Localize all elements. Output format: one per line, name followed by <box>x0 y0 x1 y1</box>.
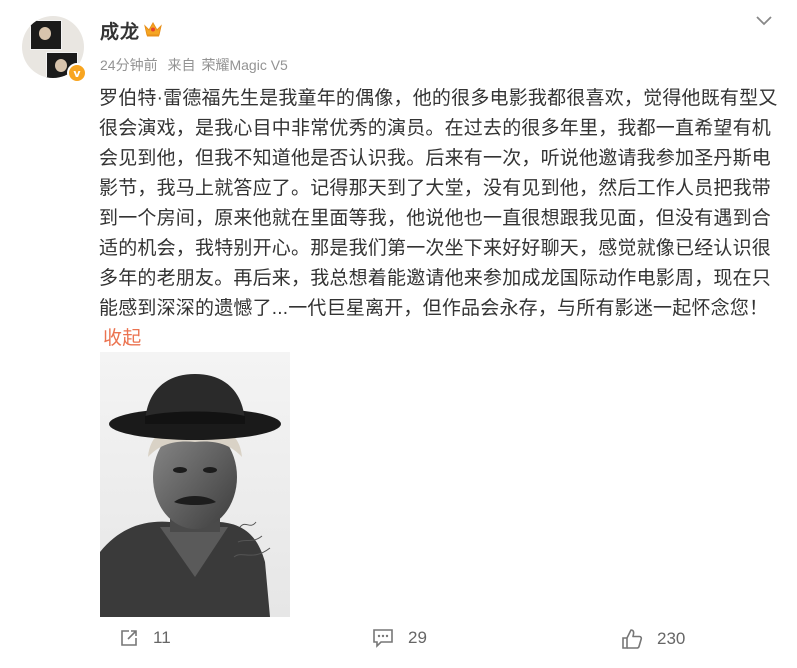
portrait-illustration <box>100 352 290 617</box>
thumbs-up-icon <box>622 629 643 649</box>
avatar-face <box>55 59 67 72</box>
avatar-face <box>39 27 51 40</box>
post-source: 荣耀Magic V5 <box>201 57 288 73</box>
post-meta: 24分钟前 来自 荣耀Magic V5 <box>100 55 294 75</box>
chevron-down-icon[interactable] <box>756 16 772 26</box>
share-button[interactable]: 11 <box>119 628 171 648</box>
action-bar: 11 29 230 <box>0 628 797 658</box>
comment-button[interactable]: 29 <box>372 628 427 648</box>
comment-icon <box>373 629 393 648</box>
post-text: 罗伯特·雷德福先生是我童年的偶像，他的很多电影我都很喜欢，觉得他既有型又很会演戏… <box>99 84 779 354</box>
share-count: 11 <box>153 628 171 647</box>
crown-icon <box>144 21 162 37</box>
collapse-link[interactable]: 收起 <box>103 328 141 349</box>
post-image[interactable] <box>100 352 290 617</box>
source-prefix: 来自 <box>167 57 196 73</box>
post-text-content: 罗伯特·雷德福先生是我童年的偶像，他的很多电影我都很喜欢，觉得他既有型又很会演戏… <box>99 88 778 319</box>
like-count: 230 <box>657 629 686 648</box>
verified-badge-icon: v <box>67 63 87 83</box>
post-time[interactable]: 24分钟前 <box>100 57 158 73</box>
share-icon <box>121 630 137 646</box>
author-name[interactable]: 成龙 <box>100 17 140 44</box>
comment-count: 29 <box>408 628 427 647</box>
like-button[interactable]: 230 <box>621 628 685 650</box>
